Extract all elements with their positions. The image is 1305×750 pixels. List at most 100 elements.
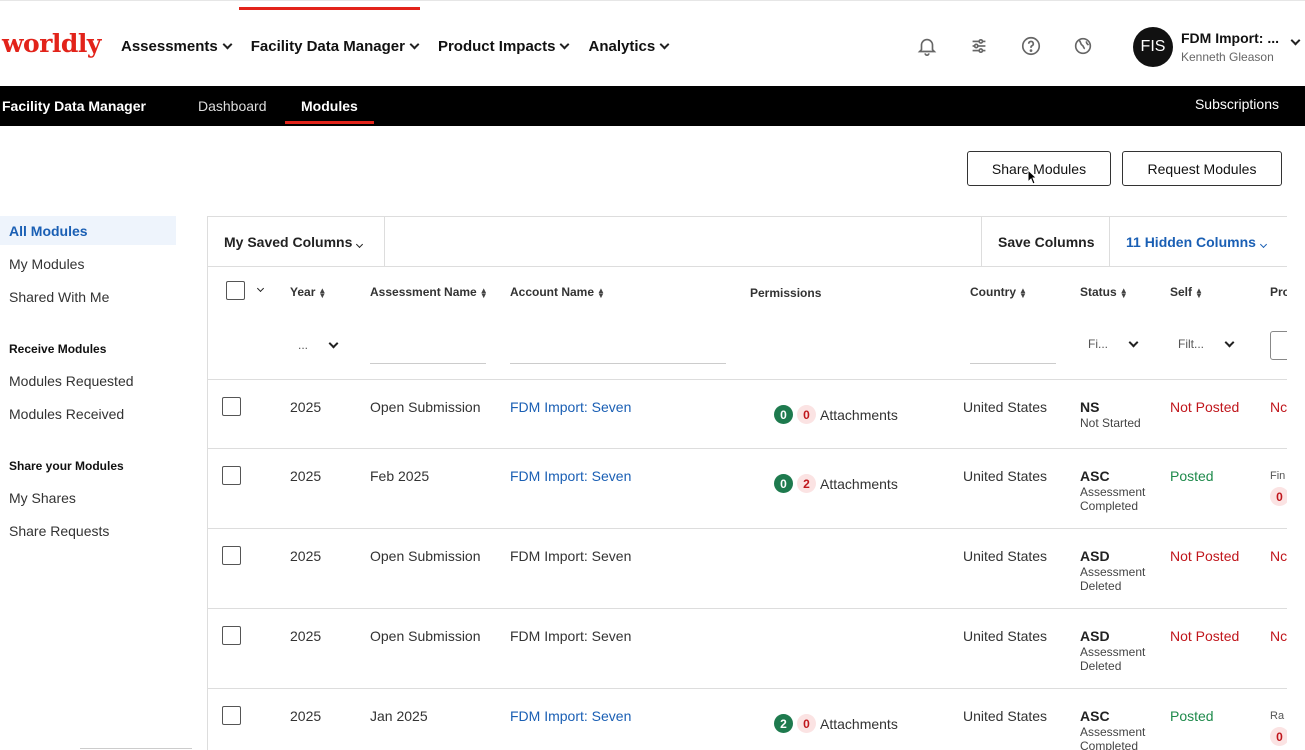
cell-account-name[interactable]: FDM Import: Seven [510,468,631,484]
assessment-filter-input[interactable] [370,363,486,364]
table-header: Year ▲ ▼ Assessment Name ▲ ▼ Account Name ▲ ▼ … [208,267,1287,380]
avatar[interactable]: FIS [1133,27,1173,67]
cell-permissions[interactable]: 0 0 Attachments [774,405,898,424]
chevron-down-icon [1128,337,1139,347]
cell-pro-status: Nc [1270,399,1287,415]
row-checkbox[interactable] [222,397,241,416]
permission-count-badge: 2 [774,714,793,733]
status-code: NS [1080,399,1100,415]
nav-analytics[interactable]: Analytics [588,38,670,55]
table-row[interactable]: 2025 Open Submission FDM Import: Seven Unit… [208,529,1287,609]
sort-icon: ▲ ▼ [479,285,488,300]
row-checkbox[interactable] [222,466,241,485]
status-description: Assessment Deleted [1080,645,1146,673]
column-header-self[interactable]: Self ▲ ▼ [1170,285,1203,299]
hidden-columns-dropdown[interactable]: 11 Hidden Columns [1126,234,1267,250]
table-row[interactable]: 2025 Feb 2025 FDM Import: Seven 0 2 Attachmen… [208,449,1287,529]
sidebar-item-modules-requested[interactable]: Modules Requested [9,373,134,389]
column-header-year[interactable]: Year ▲ ▼ [290,285,326,299]
cell-assessment-name: Open Submission [370,628,481,644]
nav-assessments[interactable]: Assessments [121,38,233,55]
row-checkbox[interactable] [222,546,241,565]
chevron-down-icon[interactable] [256,284,265,293]
sliders-icon[interactable] [968,35,990,57]
sort-icon: ▲ ▼ [1195,285,1203,300]
sidebar-item-share-requests[interactable]: Share Requests [9,523,109,539]
year-filter-select[interactable]: ... [298,338,339,352]
account-filter-input[interactable] [510,363,726,364]
self-filter-select[interactable]: Filt... [1178,337,1235,351]
tab-dashboard[interactable]: Dashboard [198,98,267,114]
active-tab-indicator [285,121,374,124]
row-checkbox[interactable] [222,706,241,725]
chevron-down-icon [409,39,420,50]
help-icon[interactable] [1020,35,1042,57]
mouse-cursor-icon [1027,169,1037,185]
filter-value: ... [298,338,309,352]
share-modules-button[interactable]: Share Modules [967,151,1111,186]
subscriptions-link[interactable]: Subscriptions [1195,96,1279,112]
chevron-down-icon [222,39,233,50]
cell-account-name[interactable]: FDM Import: Seven [510,708,631,724]
sidebar-item-modules-received[interactable]: Modules Received [9,406,124,422]
attachment-count-badge: 2 [797,474,816,493]
divider [1109,217,1110,267]
cell-pro-status: Nc [1270,628,1287,644]
tab-modules[interactable]: Modules [301,98,358,114]
saved-columns-dropdown[interactable]: My Saved Columns [224,234,364,250]
status-code: ASC [1080,708,1110,724]
attachments-label: Attachments [820,475,898,492]
sort-icon: ▲ ▼ [1019,285,1027,300]
status-filter-select[interactable]: Fi... [1088,337,1139,351]
sort-icon: ▲ ▼ [318,285,327,300]
country-filter-input[interactable] [970,363,1056,364]
row-checkbox[interactable] [222,626,241,645]
column-header-country[interactable]: Country ▲ ▼ [970,285,1027,299]
table-row[interactable]: 2025 Open Submission FDM Import: Seven Unit… [208,609,1287,689]
column-header-account-name[interactable]: Account Name ▲ ▼ [510,285,605,299]
divider [981,217,982,267]
user-name: Kenneth Gleason [1181,50,1274,64]
status-code: ASD [1080,628,1110,644]
cell-assessment-name: Jan 2025 [370,708,428,724]
sidebar-item-my-shares[interactable]: My Shares [9,490,76,506]
column-header-pro[interactable]: Pro [1270,285,1287,299]
divider [384,217,385,267]
table-row[interactable]: 2025 Jan 2025 FDM Import: Seven 2 0 Attachmen… [208,689,1287,750]
column-header-assessment-name[interactable]: Assessment Name ▲ ▼ [370,285,488,299]
cell-account-name[interactable]: FDM Import: Seven [510,399,631,415]
worldly-logo[interactable]: worldly [2,29,101,58]
nav-product-impacts[interactable]: Product Impacts [437,38,570,55]
account-switcher[interactable]: FDM Import: ... Kenneth Gleason [1181,30,1279,64]
cell-country: United States [963,628,1048,644]
column-header-status[interactable]: Status ▲ ▼ [1080,285,1128,299]
cell-assessment-name: Open Submission [370,399,481,415]
top-header: worldly Assessments Facility Data Manage… [0,0,1305,86]
attachments-label: Attachments [820,715,898,732]
cell-permissions[interactable]: 0 2 Attachments [774,474,898,493]
chevron-down-icon [659,39,670,50]
sidebar-item-shared-with-me[interactable]: Shared With Me [9,289,109,305]
request-modules-button[interactable]: Request Modules [1122,151,1282,186]
globe-icon[interactable] [1072,35,1094,57]
cell-permissions[interactable]: 2 0 Attachments [774,714,898,733]
attachments-label: Attachments [820,406,898,423]
cell-account-name: FDM Import: Seven [510,628,632,644]
save-columns-button[interactable]: Save Columns [998,234,1094,250]
bell-icon[interactable] [916,35,938,57]
cell-year: 2025 [290,468,322,484]
sidebar-item-all-modules[interactable]: All Modules [9,223,88,239]
cell-year: 2025 [290,548,322,564]
cell-year: 2025 [290,708,322,724]
chevron-down-icon[interactable] [1290,35,1301,46]
select-all-checkbox[interactable] [226,281,245,300]
table-row[interactable]: 2025 Open Submission FDM Import: Seven 0 0 At… [208,380,1287,449]
sidebar-item-my-modules[interactable]: My Modules [9,256,84,272]
pro-filter-input[interactable] [1270,331,1287,360]
status-description: Assessment Completed [1080,485,1146,513]
header-label: Year [290,285,316,299]
saved-columns-label: My Saved Columns [224,234,353,250]
nav-facility-data-manager[interactable]: Facility Data Manager [251,38,420,55]
status-code: ASC [1080,468,1110,484]
nav-label: Product Impacts [437,38,556,55]
